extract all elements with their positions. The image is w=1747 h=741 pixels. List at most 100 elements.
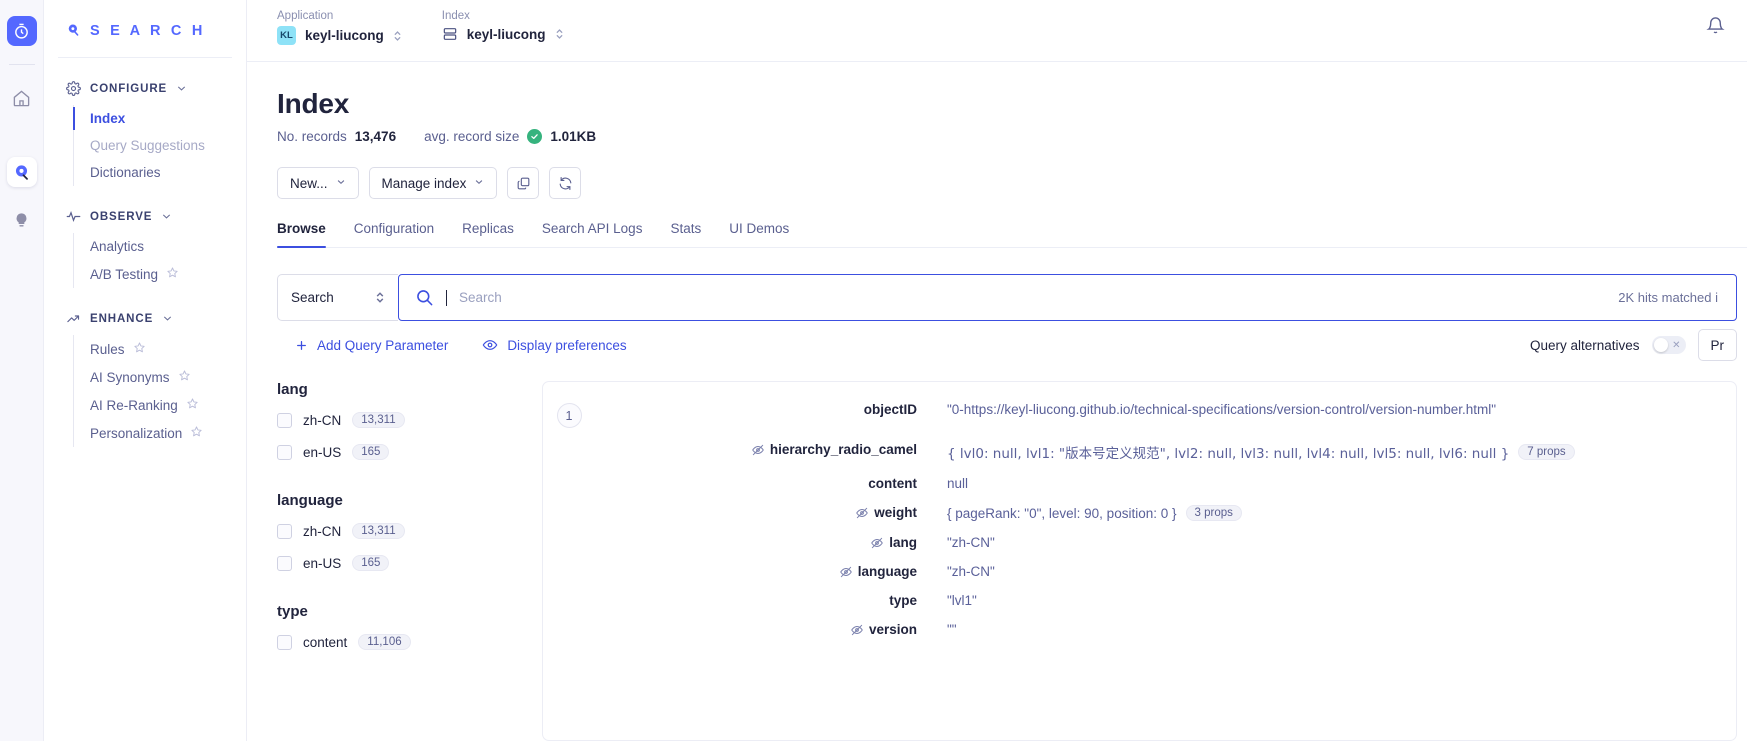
checkbox[interactable]: [277, 634, 292, 650]
facet-item[interactable]: en-US 165: [277, 555, 522, 571]
chevron-updown-icon[interactable]: [393, 29, 402, 43]
lightbulb-icon[interactable]: [7, 205, 37, 235]
records-label: No. records: [277, 129, 347, 144]
search-marker-icon[interactable]: [6, 157, 37, 187]
star-icon[interactable]: [190, 425, 203, 441]
brand-text: S E A R C H: [90, 22, 206, 39]
sidebar-item-analytics[interactable]: Analytics: [74, 233, 246, 260]
check-icon: [527, 129, 543, 144]
sidebar-group-label: CONFIGURE: [90, 82, 168, 95]
record-number: 1: [556, 403, 582, 428]
index-toolbar: New... Manage index: [277, 167, 1747, 199]
stopwatch-icon[interactable]: [6, 16, 37, 46]
chevron-updown-icon[interactable]: [555, 27, 564, 41]
record-props-badge: 3 props: [1185, 505, 1242, 521]
icon-rail: [0, 0, 44, 741]
brand[interactable]: S E A R C H: [58, 0, 232, 58]
application-selector[interactable]: Application KL keyl-liucong: [277, 10, 402, 45]
sidebar-item-label: AI Synonyms: [90, 369, 170, 385]
refresh-icon[interactable]: [549, 167, 582, 199]
home-icon[interactable]: [7, 83, 37, 113]
record-panel: 1 objectID "0-https://keyl-liucong.githu…: [542, 381, 1737, 741]
record-field-key: objectID: [595, 402, 947, 417]
query-tools: Add Query Parameter Display preferences …: [277, 329, 1737, 361]
query-alternatives-label: Query alternatives: [1529, 337, 1640, 353]
sidebar-item-ab-testing[interactable]: A/B Testing: [74, 260, 246, 288]
topbar: Application KL keyl-liucong Index keyl-l…: [247, 0, 1747, 62]
pulse-icon: [66, 209, 81, 224]
facet-title: type: [277, 603, 308, 620]
application-label: Application: [277, 10, 334, 22]
sidebar-item-label: AI Re-Ranking: [90, 397, 178, 413]
tab-browse[interactable]: Browse: [277, 221, 326, 248]
facet-item[interactable]: content 11,106: [277, 634, 522, 650]
record-props-badge: 7 props: [1518, 444, 1575, 460]
records-value: 13,476: [354, 129, 397, 144]
facet-item[interactable]: zh-CN 13,311: [277, 523, 522, 539]
page-title: Index: [277, 88, 350, 119]
eye-off-icon: [850, 623, 864, 637]
tab-replicas[interactable]: Replicas: [462, 221, 514, 247]
copy-icon[interactable]: [507, 167, 540, 199]
record-field-key: content: [595, 476, 947, 491]
record-field-value: "zh-CN": [947, 535, 1736, 550]
facet-title: lang: [277, 381, 308, 398]
sidebar-group-configure[interactable]: CONFIGURE: [44, 74, 246, 103]
search-input[interactable]: Search: [459, 290, 1606, 305]
facet-item[interactable]: en-US 165: [277, 444, 522, 460]
manage-index-button[interactable]: Manage index: [368, 167, 498, 199]
star-icon[interactable]: [178, 369, 191, 385]
record-value-text: "0-https://keyl-liucong.github.io/techni…: [947, 402, 1497, 417]
search-mode-select[interactable]: Search: [277, 274, 398, 321]
checkbox[interactable]: [277, 412, 292, 428]
sidebar-item-personalization[interactable]: Personalization: [74, 419, 246, 447]
record-key-label: type: [889, 593, 917, 608]
chevron-down-icon: [162, 313, 173, 324]
eye-icon: [482, 337, 498, 353]
avg-size-label: avg. record size: [424, 129, 520, 144]
sidebar-item-label: Analytics: [90, 239, 145, 254]
sidebar-item-query-suggestions[interactable]: Query Suggestions: [74, 132, 246, 159]
record-value-text: { lvl0: null, lvl1: "版本号定义规范", lvl2: nul…: [947, 446, 1510, 462]
facets-panel: lang zh-CN 13,311 en-US 165 language zh-…: [277, 381, 542, 741]
sidebar-item-dictionaries[interactable]: Dictionaries: [74, 159, 246, 186]
tab-stats[interactable]: Stats: [670, 221, 701, 247]
index-tabs: Browse Configuration Replicas Search API…: [277, 221, 1747, 248]
facet-item[interactable]: zh-CN 13,311: [277, 412, 522, 428]
tab-search-api-logs[interactable]: Search API Logs: [542, 221, 643, 247]
record-value-text: "zh-CN": [947, 535, 995, 550]
bell-icon[interactable]: [1706, 16, 1725, 40]
sidebar-item-label: Query Suggestions: [90, 138, 205, 153]
results-area: lang zh-CN 13,311 en-US 165 language zh-…: [277, 381, 1737, 741]
checkbox[interactable]: [277, 555, 292, 571]
sidebar-group-enhance[interactable]: ENHANCE: [44, 304, 246, 333]
add-query-parameter-button[interactable]: Add Query Parameter: [295, 338, 448, 353]
checkbox[interactable]: [277, 444, 292, 460]
new-button[interactable]: New...: [277, 167, 359, 199]
display-preferences-button[interactable]: Display preferences: [482, 337, 627, 353]
tab-ui-demos[interactable]: UI Demos: [729, 221, 789, 247]
facet-count: 13,311: [352, 523, 405, 539]
sidebar-item-rules[interactable]: Rules: [74, 335, 246, 363]
sidebar-group-observe[interactable]: OBSERVE: [44, 202, 246, 231]
record-key-label: version: [868, 622, 917, 637]
search-input-wrapper[interactable]: Search 2K hits matched i: [398, 274, 1737, 321]
record-key-label: hierarchy_radio_camel: [769, 442, 917, 457]
index-value: keyl-liucong: [466, 26, 546, 42]
star-icon[interactable]: [133, 341, 146, 357]
rail-divider: [8, 64, 35, 65]
sidebar-item-index[interactable]: Index: [73, 105, 246, 132]
record-key-label: language: [857, 564, 917, 579]
record-field-value: "zh-CN": [947, 564, 1736, 579]
sidebar-item-ai-re-ranking[interactable]: AI Re-Ranking: [74, 391, 246, 419]
checkbox[interactable]: [277, 523, 292, 539]
hits-count: 2K hits matched i: [1618, 290, 1718, 305]
star-icon[interactable]: [186, 397, 199, 413]
query-alternatives-toggle[interactable]: ✕: [1651, 336, 1686, 354]
preview-button[interactable]: Pr: [1697, 329, 1737, 361]
star-icon[interactable]: [166, 266, 179, 282]
index-selector[interactable]: Index keyl-liucong: [442, 10, 564, 42]
tab-configuration[interactable]: Configuration: [354, 221, 434, 247]
sidebar-item-ai-synonyms[interactable]: AI Synonyms: [74, 363, 246, 391]
chevron-updown-icon[interactable]: [375, 290, 385, 305]
